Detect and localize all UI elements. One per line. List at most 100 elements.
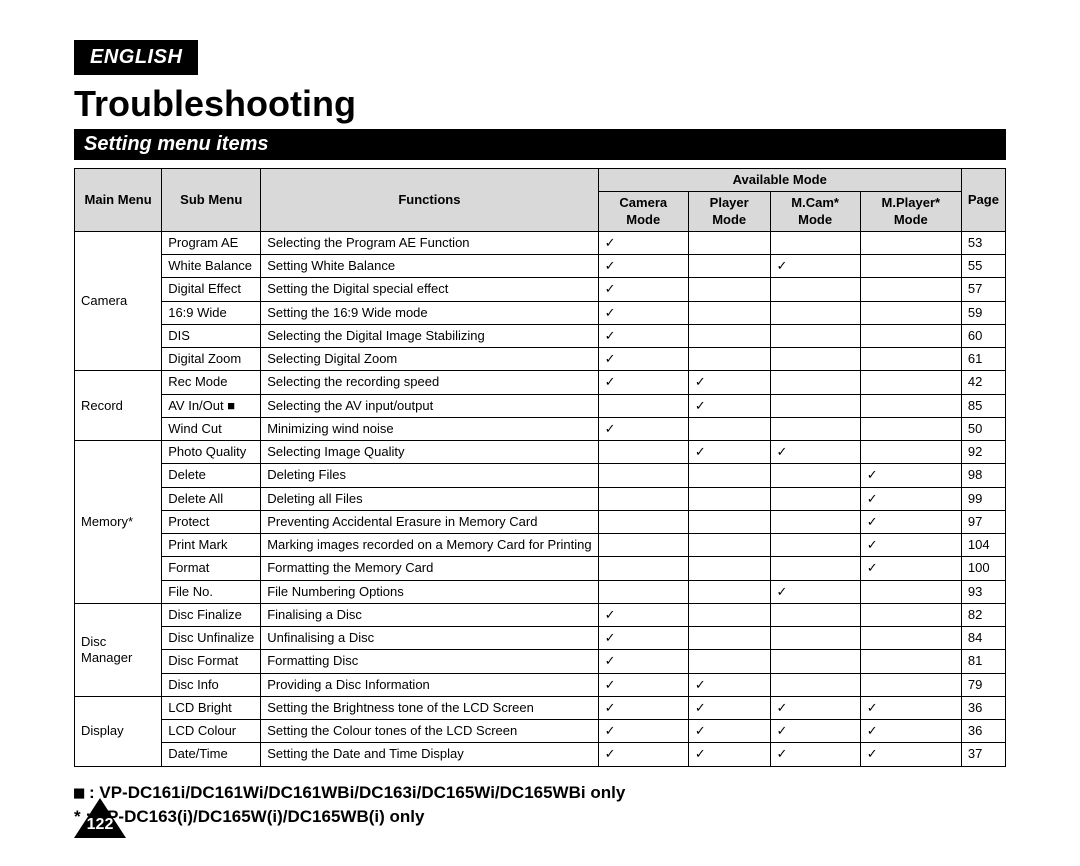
mode-cell bbox=[770, 371, 860, 394]
sub-menu-cell: Rec Mode bbox=[162, 371, 261, 394]
mode-cell bbox=[860, 324, 961, 347]
mode-cell: ✓ bbox=[770, 255, 860, 278]
table-row: Disc FormatFormatting Disc✓81 bbox=[75, 650, 1006, 673]
functions-cell: Setting White Balance bbox=[261, 255, 598, 278]
mode-cell bbox=[688, 580, 770, 603]
functions-cell: Deleting all Files bbox=[261, 487, 598, 510]
functions-cell: Selecting Digital Zoom bbox=[261, 348, 598, 371]
table-row: Disc UnfinalizeUnfinalising a Disc✓84 bbox=[75, 627, 1006, 650]
sub-menu-cell: 16:9 Wide bbox=[162, 301, 261, 324]
mode-cell: ✓ bbox=[860, 534, 961, 557]
th-mplayer-mode: M.Player* Mode bbox=[860, 192, 961, 232]
functions-cell: Formatting the Memory Card bbox=[261, 557, 598, 580]
mode-cell: ✓ bbox=[598, 417, 688, 440]
functions-cell: Unfinalising a Disc bbox=[261, 627, 598, 650]
functions-cell: Setting the Date and Time Display bbox=[261, 743, 598, 766]
functions-cell: Deleting Files bbox=[261, 464, 598, 487]
mode-cell: ✓ bbox=[688, 673, 770, 696]
table-row: DISSelecting the Digital Image Stabilizi… bbox=[75, 324, 1006, 347]
main-menu-cell: Camera bbox=[75, 231, 162, 371]
mode-cell bbox=[688, 603, 770, 626]
functions-cell: Setting the Brightness tone of the LCD S… bbox=[261, 696, 598, 719]
mode-cell bbox=[688, 324, 770, 347]
mode-cell: ✓ bbox=[598, 650, 688, 673]
sub-menu-cell: Print Mark bbox=[162, 534, 261, 557]
page-title: Troubleshooting bbox=[74, 83, 1006, 125]
mode-cell bbox=[860, 580, 961, 603]
sub-menu-cell: LCD Colour bbox=[162, 720, 261, 743]
mode-cell: ✓ bbox=[688, 441, 770, 464]
sub-menu-cell: Digital Effect bbox=[162, 278, 261, 301]
functions-cell: Formatting Disc bbox=[261, 650, 598, 673]
mode-cell: ✓ bbox=[860, 487, 961, 510]
mode-cell bbox=[688, 487, 770, 510]
mode-cell bbox=[770, 301, 860, 324]
mode-cell: ✓ bbox=[770, 743, 860, 766]
sub-menu-cell: White Balance bbox=[162, 255, 261, 278]
sub-menu-cell: Photo Quality bbox=[162, 441, 261, 464]
page-ref-cell: 92 bbox=[961, 441, 1005, 464]
mode-cell bbox=[598, 557, 688, 580]
mode-cell bbox=[598, 580, 688, 603]
mode-cell bbox=[860, 417, 961, 440]
mode-cell: ✓ bbox=[598, 231, 688, 254]
mode-cell bbox=[688, 464, 770, 487]
mode-cell bbox=[688, 348, 770, 371]
mode-cell bbox=[860, 441, 961, 464]
th-functions: Functions bbox=[261, 169, 598, 232]
mode-cell bbox=[860, 255, 961, 278]
sub-menu-cell: DIS bbox=[162, 324, 261, 347]
mode-cell bbox=[598, 510, 688, 533]
mode-cell: ✓ bbox=[598, 348, 688, 371]
mode-cell bbox=[770, 673, 860, 696]
mode-cell bbox=[770, 231, 860, 254]
mode-cell: ✓ bbox=[770, 720, 860, 743]
sub-menu-cell: LCD Bright bbox=[162, 696, 261, 719]
mode-cell bbox=[770, 603, 860, 626]
mode-cell: ✓ bbox=[598, 301, 688, 324]
mode-cell bbox=[770, 557, 860, 580]
section-heading: Setting menu items bbox=[74, 129, 1006, 160]
sub-menu-cell: Protect bbox=[162, 510, 261, 533]
table-row: FormatFormatting the Memory Card✓100 bbox=[75, 557, 1006, 580]
mode-cell bbox=[688, 417, 770, 440]
sub-menu-cell: Digital Zoom bbox=[162, 348, 261, 371]
mode-cell: ✓ bbox=[860, 510, 961, 533]
functions-cell: Setting the Colour tones of the LCD Scre… bbox=[261, 720, 598, 743]
mode-cell: ✓ bbox=[598, 673, 688, 696]
mode-cell: ✓ bbox=[598, 696, 688, 719]
sub-menu-cell: Wind Cut bbox=[162, 417, 261, 440]
page-ref-cell: 97 bbox=[961, 510, 1005, 533]
sub-menu-cell: Delete All bbox=[162, 487, 261, 510]
sub-menu-cell: File No. bbox=[162, 580, 261, 603]
table-row: AV In/Out ■Selecting the AV input/output… bbox=[75, 394, 1006, 417]
mode-cell bbox=[860, 231, 961, 254]
page-ref-cell: 98 bbox=[961, 464, 1005, 487]
mode-cell: ✓ bbox=[688, 371, 770, 394]
page-number: 122 bbox=[74, 816, 126, 834]
language-tab: ENGLISH bbox=[74, 40, 198, 75]
mode-cell bbox=[770, 394, 860, 417]
main-menu-cell: Display bbox=[75, 696, 162, 766]
mode-cell bbox=[770, 464, 860, 487]
mode-cell bbox=[770, 324, 860, 347]
mode-cell: ✓ bbox=[598, 255, 688, 278]
mode-cell: ✓ bbox=[770, 580, 860, 603]
page-ref-cell: 57 bbox=[961, 278, 1005, 301]
mode-cell: ✓ bbox=[598, 371, 688, 394]
sub-menu-cell: Disc Finalize bbox=[162, 603, 261, 626]
table-row: Delete AllDeleting all Files✓99 bbox=[75, 487, 1006, 510]
mode-cell bbox=[598, 487, 688, 510]
page-ref-cell: 53 bbox=[961, 231, 1005, 254]
sub-menu-cell: AV In/Out ■ bbox=[162, 394, 261, 417]
table-row: Print MarkMarking images recorded on a M… bbox=[75, 534, 1006, 557]
page-ref-cell: 104 bbox=[961, 534, 1005, 557]
mode-cell: ✓ bbox=[860, 720, 961, 743]
mode-cell: ✓ bbox=[598, 627, 688, 650]
footnotes: ■ : VP-DC161i/DC161Wi/DC161WBi/DC163i/DC… bbox=[74, 781, 1006, 830]
th-page: Page bbox=[961, 169, 1005, 232]
page-ref-cell: 61 bbox=[961, 348, 1005, 371]
table-row: DeleteDeleting Files✓98 bbox=[75, 464, 1006, 487]
mode-cell: ✓ bbox=[688, 696, 770, 719]
mode-cell: ✓ bbox=[860, 743, 961, 766]
